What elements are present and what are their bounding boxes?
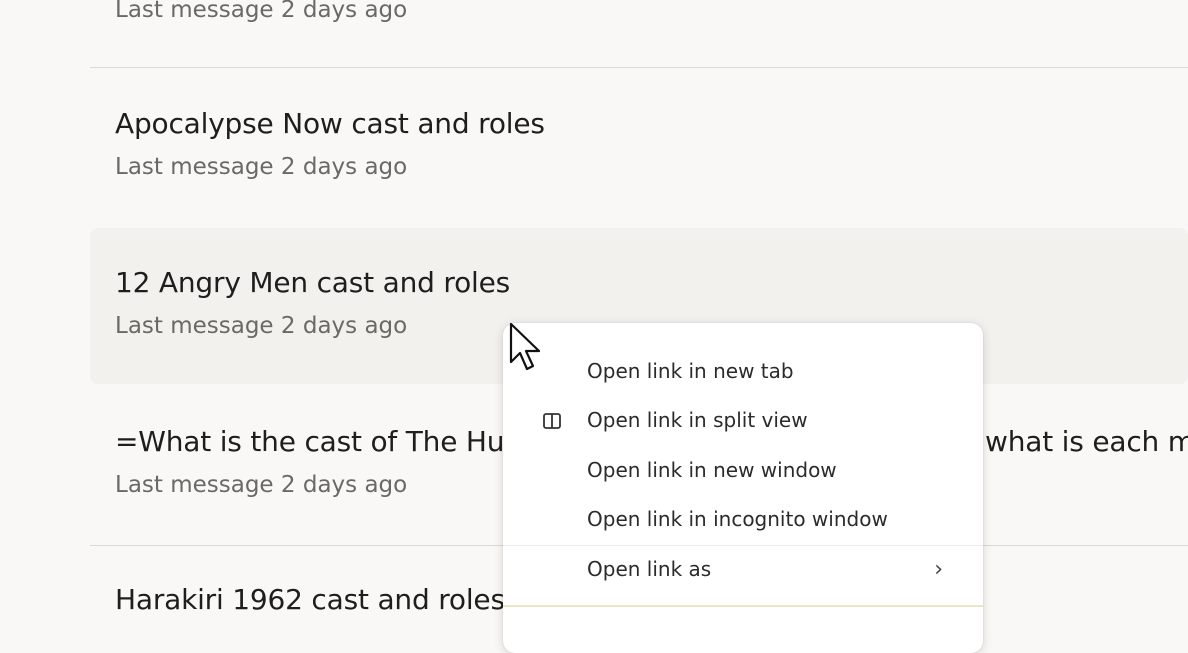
conversation-title: Apocalypse Now cast and roles [115,107,545,140]
split-view-icon [541,410,563,432]
menu-divider [503,545,983,546]
conversation-title: Harakiri 1962 cast and roles [115,583,505,616]
menu-item-open-new-window[interactable]: Open link in new window [503,450,983,492]
menu-item-label: Open link in new window [587,458,837,482]
mouse-cursor-icon [509,322,541,371]
chevron-right-icon: › [934,557,943,582]
conversation-last-message: Last message 2 days ago [115,472,408,498]
conversation-title: =What is the cast of The Hu [115,425,505,458]
conversation-title-tail: what is each m [985,425,1188,458]
conversation-last-message: Last message 2 days ago [115,313,408,339]
menu-item-open-incognito[interactable]: Open link in incognito window [503,499,983,541]
menu-item-open-link-as[interactable]: Open link as › [503,549,983,591]
conversation-last-message: Last message 2 days ago [115,154,408,180]
menu-item-label: Open link in new tab [587,359,794,383]
conversation-item[interactable]: Last message 2 days ago [90,0,1188,67]
menu-divider [503,605,983,607]
conversation-title: 12 Angry Men cast and roles [115,266,511,299]
conversation-last-message: Last message 2 days ago [115,0,408,23]
menu-item-label: Open link as [587,557,712,581]
menu-item-open-new-tab[interactable]: Open link in new tab [503,351,983,393]
menu-item-label: Open link in split view [587,408,808,432]
conversation-item[interactable]: Apocalypse Now cast and roles Last messa… [90,68,1188,226]
menu-item-open-split-view[interactable]: Open link in split view [503,400,983,442]
menu-item-label: Open link in incognito window [587,507,888,531]
context-menu: Open link in new tab Open link in split … [503,323,983,653]
